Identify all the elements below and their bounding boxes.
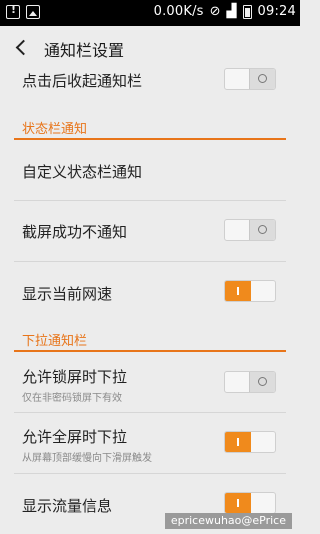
toggle-knob — [249, 372, 275, 392]
screenshot-no-notify-toggle[interactable] — [224, 219, 276, 241]
setting-row-collapse-after-click[interactable]: 点击后收起通知栏 — [0, 68, 300, 112]
title-bar: 通知栏设置 — [0, 26, 300, 68]
status-bar-left — [6, 3, 40, 19]
back-arrow-icon[interactable] — [14, 38, 30, 58]
setting-label: 自定义状态栏通知 — [22, 163, 143, 181]
setting-label: 点击后收起通知栏 — [22, 72, 143, 90]
signal-icon: ▟ — [226, 4, 237, 19]
toggle-knob — [225, 281, 251, 301]
show-net-speed-toggle[interactable] — [224, 280, 276, 302]
allow-lockscreen-toggle[interactable] — [224, 371, 276, 393]
setting-label: 显示当前网速 — [22, 285, 113, 303]
show-traffic-toggle[interactable] — [224, 492, 276, 514]
setting-subtitle: 从屏幕顶部缓慢向下滑屏触发 — [22, 453, 152, 464]
net-speed-text: 0.00K/s — [153, 4, 204, 19]
image-icon — [26, 5, 40, 19]
watermark-text: epricewuhao@ePrice — [164, 513, 292, 529]
toggle-knob — [249, 69, 275, 89]
status-bar-right: 0.00K/s ⊘ ▟ 09:24 — [154, 4, 296, 19]
setting-label: 允许全屏时下拉 — [22, 428, 128, 446]
setting-label: 截屏成功不通知 — [22, 223, 128, 241]
section-title-pulldown: 下拉通知栏 — [22, 334, 88, 349]
setting-row-custom-notify[interactable]: 自定义状态栏通知 — [0, 140, 300, 200]
setting-label: 允许锁屏时下拉 — [22, 368, 128, 386]
setting-row-show-net-speed[interactable]: 显示当前网速 — [0, 262, 300, 322]
toggle-knob — [249, 220, 275, 240]
setting-row-screenshot-no-notify[interactable]: 截屏成功不通知 — [0, 201, 300, 261]
toggle-knob — [225, 493, 251, 513]
status-bar: 0.00K/s ⊘ ▟ 09:24 — [0, 0, 300, 26]
setting-row-allow-fullscreen[interactable]: 允许全屏时下拉 从屏幕顶部缓慢向下滑屏触发 — [0, 413, 300, 473]
collapse-after-click-toggle[interactable] — [224, 68, 276, 90]
clock-text: 09:24 — [257, 4, 296, 19]
allow-fullscreen-toggle[interactable] — [224, 431, 276, 453]
setting-subtitle: 仅在非密码锁屏下有效 — [22, 393, 122, 404]
section-title-status-bar: 状态栏通知 — [22, 122, 88, 137]
mute-icon: ⊘ — [209, 4, 221, 19]
setting-row-allow-lockscreen[interactable]: 允许锁屏时下拉 仅在非密码锁屏下有效 — [0, 352, 300, 412]
battery-icon — [242, 4, 252, 19]
toggle-knob — [225, 432, 251, 452]
page-title: 通知栏设置 — [44, 41, 125, 60]
setting-label: 显示流量信息 — [22, 497, 113, 515]
warning-icon — [6, 3, 20, 19]
